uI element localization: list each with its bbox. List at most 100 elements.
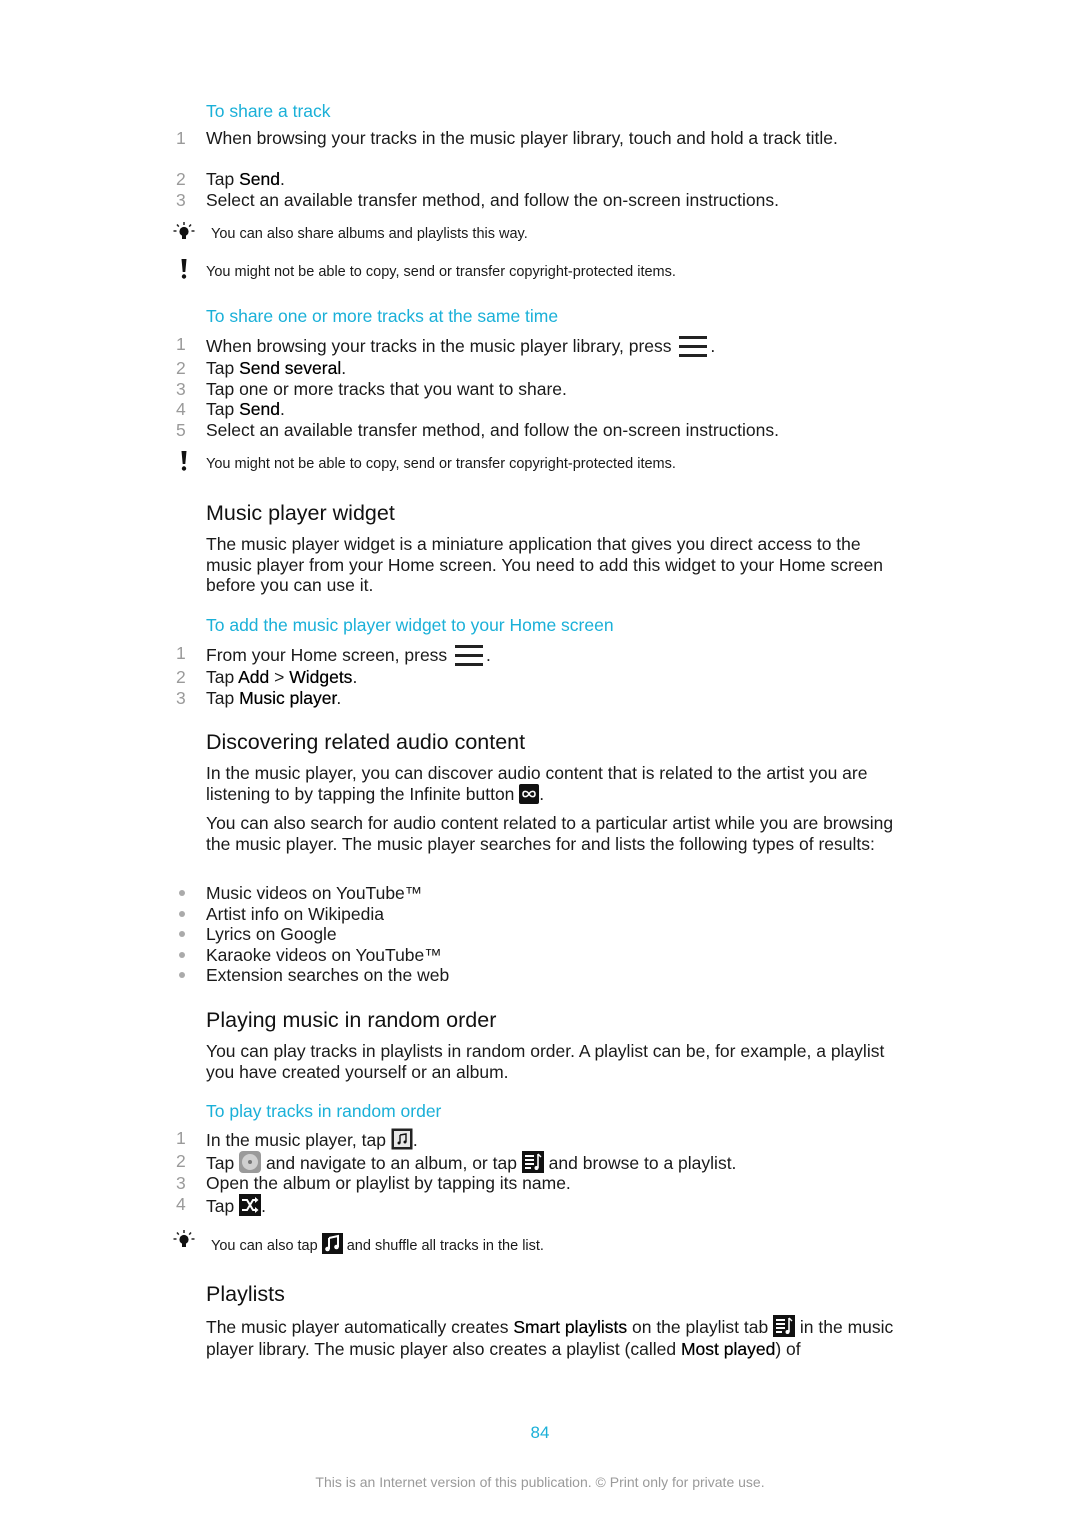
step-text: Tap Add > Widgets.: [206, 667, 866, 688]
ui-term: Send: [239, 399, 280, 419]
text: The music player automatically creates: [206, 1317, 514, 1337]
step-text: Tap Music player.: [206, 688, 866, 709]
text: ) of: [775, 1339, 801, 1359]
ui-term: Widgets: [289, 667, 353, 687]
page-number: 84: [530, 1423, 550, 1442]
step-text: Tap Send several.: [206, 358, 866, 379]
step-number: 2: [176, 667, 186, 687]
lightbulb-tip-icon: [173, 222, 195, 239]
playlist-icon: [521, 1151, 544, 1173]
step-number: 2: [176, 169, 186, 189]
text: Tap: [206, 399, 240, 419]
text: on the playlist tab: [627, 1317, 774, 1337]
text: and browse to a playlist.: [543, 1153, 737, 1173]
text: Tap: [206, 1153, 240, 1173]
text: .: [279, 169, 285, 189]
playlist-icon: [773, 1315, 796, 1337]
paragraph: You can also search for audio content re…: [206, 813, 894, 854]
step-text: In the music player, tap .: [206, 1128, 866, 1151]
text: .: [336, 688, 342, 708]
step-number: 4: [176, 399, 186, 419]
text: Tap: [206, 1196, 240, 1216]
step-number: 3: [176, 1173, 186, 1193]
text: and navigate to an album, or tap: [261, 1153, 522, 1173]
step-number: 2: [176, 358, 186, 378]
ui-term: Most played: [680, 1339, 776, 1359]
step-text: Tap Send.: [206, 169, 866, 190]
text: .: [486, 645, 491, 665]
bullet-icon: [179, 911, 185, 917]
text: .: [352, 667, 358, 687]
text: .: [710, 336, 716, 356]
text: and shuffle all tracks in the list.: [342, 1238, 544, 1254]
list-item-text: Music videos on YouTube™: [206, 883, 423, 903]
text: You can also tap: [211, 1238, 322, 1254]
shuffle-icon: [239, 1194, 262, 1216]
text: Tap: [206, 358, 240, 378]
step-number: 1: [176, 334, 186, 354]
step-text: Tap and navigate to an album, or tap and…: [206, 1151, 866, 1174]
step-text: When browsing your tracks in the music p…: [206, 128, 838, 148]
subheading-share-multiple: To share one or more tracks at the same …: [206, 306, 559, 326]
list-item-text: Lyrics on Google: [206, 924, 337, 944]
text: Tap: [206, 667, 239, 687]
section-title-widget: Music player widget: [206, 501, 395, 525]
exclamation-warning-icon: [181, 451, 187, 471]
ui-term: Send: [239, 169, 280, 189]
step-number: 1: [176, 1128, 186, 1148]
bullet-icon: [179, 890, 185, 896]
music-note-icon: [321, 1233, 343, 1254]
text: .: [261, 1196, 266, 1216]
warning-text: You might not be able to copy, send or t…: [206, 456, 676, 472]
step-text: When browsing your tracks in the music p…: [206, 334, 866, 360]
text: .: [279, 399, 285, 419]
section-title-random: Playing music in random order: [206, 1008, 497, 1032]
document-page: To share a track 1 When browsing your tr…: [0, 0, 1080, 1527]
text: In the music player, tap: [206, 1130, 391, 1150]
step-text: Tap one or more tracks that you want to …: [206, 379, 567, 399]
list-item-text: Artist info on Wikipedia: [206, 904, 384, 924]
exclamation-warning-icon: [181, 259, 187, 279]
step-number: 3: [176, 379, 186, 399]
tip-text: You can also tap and shuffle all tracks …: [211, 1233, 544, 1255]
section-title-playlists: Playlists: [206, 1282, 285, 1306]
step-number: 4: [176, 1194, 186, 1214]
text: From your Home screen, press: [206, 645, 453, 665]
step-number: 1: [176, 128, 186, 148]
step-number: 1: [176, 643, 186, 663]
ui-term: Music player: [239, 688, 337, 708]
tip-text: You can also share albums and playlists …: [211, 226, 528, 242]
menu-icon: [452, 643, 486, 669]
text: >: [269, 667, 290, 687]
subheading-random: To play tracks in random order: [206, 1101, 442, 1121]
text: .: [412, 1130, 418, 1150]
bullet-icon: [179, 952, 185, 958]
ui-term: Add: [238, 667, 270, 687]
step-text: Tap .: [206, 1194, 866, 1217]
text: When browsing your tracks in the music p…: [206, 336, 677, 356]
paragraph: In the music player, you can discover au…: [206, 763, 906, 804]
step-number: 3: [176, 190, 186, 210]
text: .: [341, 358, 347, 378]
infinity-icon: [519, 783, 540, 804]
paragraph: You can play tracks in playlists in rand…: [206, 1041, 885, 1082]
text: .: [539, 783, 545, 804]
step-number: 3: [176, 688, 186, 708]
text: Tap: [206, 688, 240, 708]
text: Tap: [206, 169, 240, 189]
ui-term: Smart playlists: [513, 1317, 628, 1337]
step-text: Select an available transfer method, and…: [206, 420, 779, 440]
step-text: From your Home screen, press .: [206, 643, 866, 669]
footer-notice: This is an Internet version of this publ…: [315, 1474, 765, 1490]
warning-text: You might not be able to copy, send or t…: [206, 264, 676, 280]
step-text: Open the album or playlist by tapping it…: [206, 1173, 571, 1193]
section-title-discover: Discovering related audio content: [206, 730, 526, 754]
music-library-icon: [391, 1128, 413, 1150]
step-text: Tap Send.: [206, 399, 866, 420]
step-number: 5: [176, 420, 186, 440]
subheading-share-track: To share a track: [206, 101, 331, 121]
subheading-add-widget: To add the music player widget to your H…: [206, 615, 614, 635]
list-item-text: Extension searches on the web: [206, 965, 450, 985]
bullet-icon: [179, 972, 185, 978]
menu-icon: [676, 334, 710, 360]
